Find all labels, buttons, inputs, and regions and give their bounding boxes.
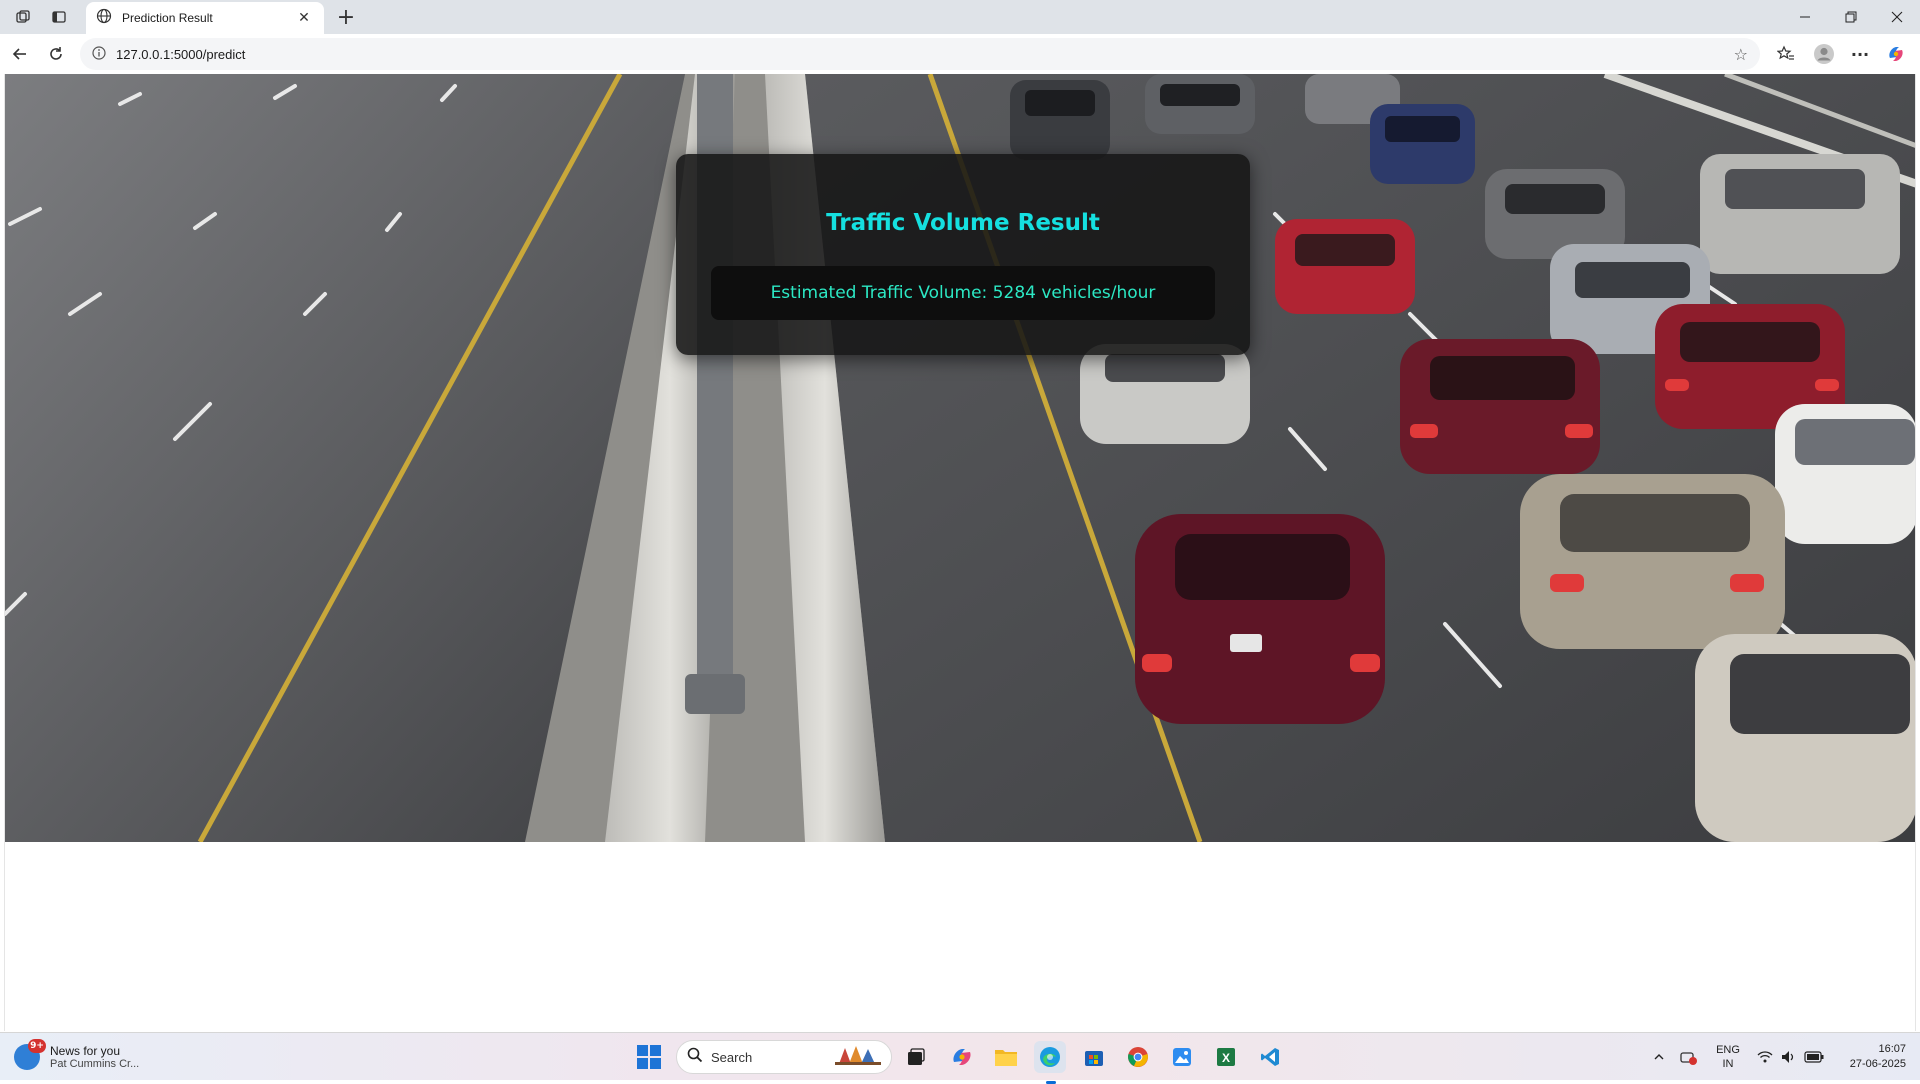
page-viewport: Traffic Volume Result Estimated Traffic … — [4, 74, 1916, 1031]
photos-icon[interactable] — [1166, 1041, 1198, 1073]
copilot-app-icon[interactable] — [946, 1041, 978, 1073]
highway-background-image: Traffic Volume Result Estimated Traffic … — [5, 74, 1915, 842]
taskbar: 9+ News for you Pat Cummins Cr... Search — [0, 1032, 1920, 1084]
favorite-star-icon[interactable]: ☆ — [1734, 45, 1748, 64]
result-title: Traffic Volume Result — [826, 210, 1100, 236]
result-card: Traffic Volume Result Estimated Traffic … — [676, 154, 1250, 355]
tab-prediction-result[interactable]: Prediction Result ✕ — [86, 2, 324, 34]
volume-icon[interactable] — [1778, 1033, 1800, 1081]
clock[interactable]: 16:07 27-06-2025 — [1836, 1033, 1906, 1081]
clock-time: 16:07 — [1878, 1043, 1906, 1055]
microsoft-store-icon[interactable] — [1078, 1041, 1110, 1073]
language-code: ENG — [1716, 1044, 1740, 1056]
favorites-icon[interactable] — [1770, 38, 1802, 70]
excel-icon[interactable]: X — [1210, 1041, 1242, 1073]
search-icon — [687, 1047, 703, 1067]
more-menu-icon[interactable]: ··· — [1844, 38, 1876, 70]
wifi-icon[interactable] — [1754, 1033, 1776, 1081]
back-icon[interactable] — [4, 38, 36, 70]
new-tab-button[interactable]: + — [330, 2, 362, 32]
file-explorer-icon[interactable] — [990, 1041, 1022, 1073]
taskbar-search[interactable]: Search — [676, 1040, 892, 1074]
news-icon: 9+ — [14, 1039, 46, 1070]
battery-icon[interactable] — [1802, 1033, 1826, 1081]
search-highlight-icon — [835, 1044, 881, 1070]
tab-title: Prediction Result — [122, 11, 213, 25]
url-text[interactable]: 127.0.0.1:5000/predict — [116, 47, 1734, 62]
result-box: Estimated Traffic Volume: 5284 vehicles/… — [711, 266, 1215, 320]
globe-icon — [96, 8, 112, 28]
minimize-icon[interactable] — [1782, 0, 1828, 34]
windows-start-icon[interactable] — [636, 1044, 662, 1070]
address-bar[interactable]: 127.0.0.1:5000/predict ☆ — [80, 38, 1760, 70]
site-info-icon[interactable] — [92, 45, 106, 64]
result-text: Estimated Traffic Volume: 5284 vehicles/… — [770, 283, 1156, 303]
chrome-icon[interactable] — [1122, 1041, 1154, 1073]
profile-avatar-icon[interactable] — [1808, 38, 1840, 70]
input-language[interactable]: ENG IN — [1710, 1033, 1746, 1081]
close-window-icon[interactable] — [1874, 0, 1920, 34]
reload-icon[interactable] — [40, 38, 72, 70]
news-title: News for you — [50, 1044, 121, 1058]
browser-toolbar: 127.0.0.1:5000/predict ☆ ··· — [0, 34, 1920, 74]
meeting-alert-icon[interactable] — [1676, 1033, 1702, 1081]
edge-browser-icon[interactable] — [1034, 1041, 1066, 1084]
news-subtitle: Pat Cummins Cr... — [50, 1058, 140, 1070]
tray-overflow-chevron-icon[interactable] — [1648, 1033, 1670, 1081]
vscode-icon[interactable] — [1254, 1041, 1286, 1073]
search-placeholder: Search — [711, 1049, 753, 1065]
copilot-icon[interactable] — [1880, 38, 1912, 70]
region-code: IN — [1722, 1058, 1734, 1070]
task-view-icon[interactable] — [900, 1041, 932, 1073]
browser-titlebar: Prediction Result ✕ + — [0, 0, 1920, 34]
svg-text:X: X — [1222, 1051, 1230, 1065]
close-tab-icon[interactable]: ✕ — [294, 10, 314, 26]
workspaces-icon[interactable] — [6, 0, 40, 34]
restore-icon[interactable] — [1828, 0, 1874, 34]
tab-actions-icon[interactable] — [42, 0, 76, 34]
news-widget[interactable]: 9+ News for you Pat Cummins Cr... — [14, 1039, 174, 1075]
news-badge: 9+ — [28, 1039, 46, 1053]
clock-date: 27-06-2025 — [1849, 1058, 1906, 1070]
